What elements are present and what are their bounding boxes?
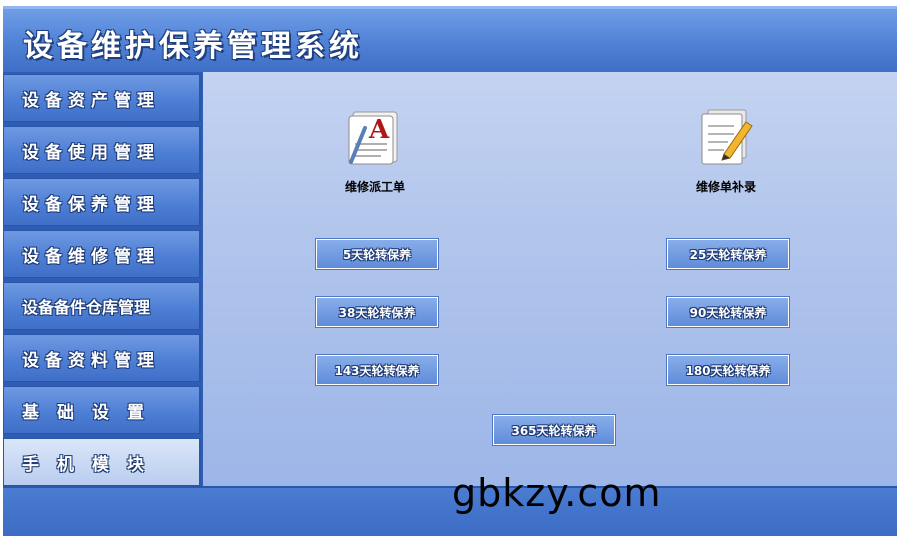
header-bar: 设备维护保养管理系统 <box>3 6 897 72</box>
sidebar-item-repair-management[interactable]: 设备维修管理 <box>3 230 201 278</box>
sidebar-item-usage-management[interactable]: 设备使用管理 <box>3 126 201 174</box>
sidebar-item-mobile-module[interactable]: 手机模块 <box>3 438 201 486</box>
sidebar-item-asset-management[interactable]: 设备资产管理 <box>3 74 201 122</box>
app-window: 设备维护保养管理系统 设备资产管理 设备使用管理 设备保养管理 设备维修管理 设… <box>3 6 897 536</box>
sidebar-item-maintenance-management[interactable]: 设备保养管理 <box>3 178 201 226</box>
sidebar-item-spare-parts-warehouse[interactable]: 设备备件仓库管理 <box>3 282 201 330</box>
repair-dispatch-label: 维修派工单 <box>344 180 405 194</box>
app-title: 设备维护保养管理系统 <box>23 29 363 64</box>
rotation-38-days-button[interactable]: 38天轮转保养 <box>315 296 439 328</box>
rotation-143-days-button[interactable]: 143天轮转保养 <box>315 354 439 386</box>
rotation-365-days-button[interactable]: 365天轮转保养 <box>492 414 616 446</box>
main-panel: A 维修派工单 维修单补录 5天轮转保养 25天轮转保养 38天轮转保养 90天… <box>203 72 897 486</box>
rotation-90-days-button[interactable]: 90天轮转保养 <box>666 296 790 328</box>
repair-dispatch-tile[interactable]: A 维修派工单 <box>315 104 435 195</box>
sidebar-item-basic-settings[interactable]: 基础设置 <box>3 386 201 434</box>
watermark-text: gbkzy.com <box>452 471 662 515</box>
sidebar-item-documents-management[interactable]: 设备资料管理 <box>3 334 201 382</box>
sidebar: 设备资产管理 设备使用管理 设备保养管理 设备维修管理 设备备件仓库管理 设备资… <box>3 72 203 486</box>
footer-bar <box>3 486 897 536</box>
repair-supplement-tile[interactable]: 维修单补录 <box>666 104 786 195</box>
repair-supplement-label: 维修单补录 <box>695 180 756 194</box>
rotation-180-days-button[interactable]: 180天轮转保养 <box>666 354 790 386</box>
document-letter-icon: A <box>348 111 398 165</box>
rotation-25-days-button[interactable]: 25天轮转保养 <box>666 238 790 270</box>
document-edit-icon <box>701 109 753 165</box>
svg-text:A: A <box>368 115 390 145</box>
rotation-5-days-button[interactable]: 5天轮转保养 <box>315 238 439 270</box>
